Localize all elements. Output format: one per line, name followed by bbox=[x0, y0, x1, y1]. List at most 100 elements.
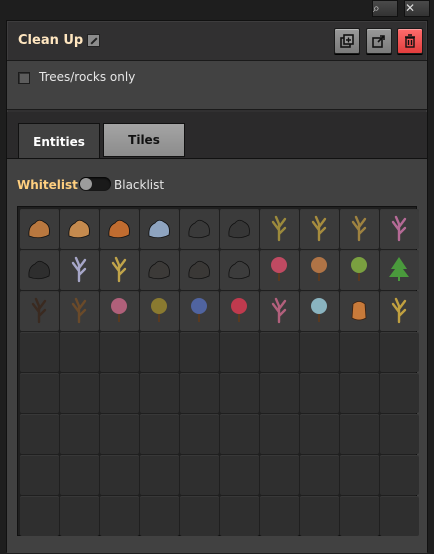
filter-slot[interactable] bbox=[180, 291, 219, 331]
search-button[interactable]: ⌕ bbox=[372, 0, 398, 17]
filter-slot[interactable] bbox=[180, 332, 219, 372]
filter-slot[interactable] bbox=[300, 414, 339, 454]
filter-slot[interactable] bbox=[20, 291, 59, 331]
filter-slot[interactable] bbox=[20, 455, 59, 495]
rock-orange-green-icon bbox=[108, 219, 130, 239]
filter-slot[interactable] bbox=[340, 373, 379, 413]
filter-slot[interactable] bbox=[260, 250, 299, 290]
filter-slot[interactable] bbox=[380, 332, 419, 372]
filter-slot[interactable] bbox=[260, 496, 299, 536]
filter-slot[interactable] bbox=[380, 455, 419, 495]
filter-slot[interactable] bbox=[60, 291, 99, 331]
filter-slot[interactable] bbox=[340, 209, 379, 249]
filter-slot[interactable] bbox=[180, 209, 219, 249]
filter-slot[interactable] bbox=[260, 209, 299, 249]
filter-slot[interactable] bbox=[220, 455, 259, 495]
filter-slot[interactable] bbox=[300, 291, 339, 331]
rock-shadow-icon bbox=[28, 260, 50, 280]
filter-slot[interactable] bbox=[340, 414, 379, 454]
filter-slot[interactable] bbox=[20, 250, 59, 290]
plan-title: Clean Up bbox=[18, 33, 84, 48]
filter-slot[interactable] bbox=[180, 496, 219, 536]
rename-icon[interactable] bbox=[87, 34, 100, 47]
delete-plan-button[interactable] bbox=[397, 28, 423, 54]
filter-slot[interactable] bbox=[20, 373, 59, 413]
filter-slot[interactable] bbox=[380, 209, 419, 249]
filter-slot[interactable] bbox=[20, 332, 59, 372]
filter-slot[interactable] bbox=[140, 332, 179, 372]
filter-slot[interactable] bbox=[380, 414, 419, 454]
filter-slot[interactable] bbox=[100, 291, 139, 331]
filter-slot[interactable] bbox=[100, 332, 139, 372]
filter-slot[interactable] bbox=[60, 455, 99, 495]
filter-slot[interactable] bbox=[60, 373, 99, 413]
filter-slot[interactable] bbox=[60, 496, 99, 536]
filter-slot[interactable] bbox=[220, 209, 259, 249]
filter-slot[interactable] bbox=[260, 291, 299, 331]
filter-slot[interactable] bbox=[220, 414, 259, 454]
tab-entities[interactable]: Entities bbox=[18, 123, 100, 159]
filter-slot[interactable] bbox=[300, 332, 339, 372]
filter-slot[interactable] bbox=[100, 209, 139, 249]
filter-slot[interactable] bbox=[180, 250, 219, 290]
filter-slot[interactable] bbox=[140, 496, 179, 536]
filter-slot[interactable] bbox=[300, 496, 339, 536]
filter-slot[interactable] bbox=[260, 373, 299, 413]
filter-slot[interactable] bbox=[140, 373, 179, 413]
filter-slot[interactable] bbox=[340, 250, 379, 290]
tree-blue-yellow-icon bbox=[191, 298, 207, 322]
filter-slot[interactable] bbox=[180, 414, 219, 454]
filter-slot[interactable] bbox=[220, 332, 259, 372]
filter-slot[interactable] bbox=[220, 496, 259, 536]
filter-slot[interactable] bbox=[300, 373, 339, 413]
filter-slot[interactable] bbox=[300, 250, 339, 290]
filter-slot[interactable] bbox=[140, 250, 179, 290]
filter-slot[interactable] bbox=[300, 209, 339, 249]
filter-slot[interactable] bbox=[100, 455, 139, 495]
dead-tree-yellow-icon bbox=[311, 215, 327, 242]
filter-slot[interactable] bbox=[100, 414, 139, 454]
coral-pink-tall-icon bbox=[271, 297, 287, 324]
close-button[interactable]: ✕ bbox=[404, 0, 430, 17]
filter-slot[interactable] bbox=[140, 414, 179, 454]
tree-colorful-icon bbox=[271, 257, 287, 281]
filter-slot[interactable] bbox=[140, 455, 179, 495]
filter-slot[interactable] bbox=[340, 332, 379, 372]
filter-slot[interactable] bbox=[140, 209, 179, 249]
export-plan-button[interactable] bbox=[366, 28, 392, 54]
filter-slot[interactable] bbox=[220, 373, 259, 413]
filter-slot[interactable] bbox=[260, 414, 299, 454]
filter-slot[interactable] bbox=[340, 291, 379, 331]
filter-slot[interactable] bbox=[60, 414, 99, 454]
filter-slot[interactable] bbox=[180, 455, 219, 495]
filter-slot[interactable] bbox=[180, 373, 219, 413]
tab-tiles[interactable]: Tiles bbox=[103, 123, 185, 157]
filter-slot[interactable] bbox=[100, 373, 139, 413]
filter-slot[interactable] bbox=[60, 332, 99, 372]
filter-slot[interactable] bbox=[100, 496, 139, 536]
filter-slot[interactable] bbox=[20, 209, 59, 249]
filter-slot[interactable] bbox=[380, 496, 419, 536]
filter-slot[interactable] bbox=[100, 250, 139, 290]
filter-slot[interactable] bbox=[340, 496, 379, 536]
filter-slot[interactable] bbox=[260, 332, 299, 372]
filter-slot[interactable] bbox=[220, 291, 259, 331]
whitelist-blacklist-switch[interactable] bbox=[79, 177, 111, 191]
copy-plan-button[interactable] bbox=[334, 28, 360, 54]
filter-slot[interactable] bbox=[300, 455, 339, 495]
filter-slot[interactable] bbox=[260, 455, 299, 495]
filter-slot[interactable] bbox=[140, 291, 179, 331]
filter-slot[interactable] bbox=[60, 250, 99, 290]
filter-slot[interactable] bbox=[380, 250, 419, 290]
filter-slot[interactable] bbox=[340, 455, 379, 495]
trees-rocks-only-checkbox[interactable] bbox=[18, 72, 30, 84]
filter-slot[interactable] bbox=[380, 373, 419, 413]
copy-icon bbox=[340, 34, 354, 48]
filter-slot[interactable] bbox=[220, 250, 259, 290]
filter-slot[interactable] bbox=[20, 414, 59, 454]
rock-dark-icon bbox=[148, 260, 170, 280]
rock-dark-icon bbox=[228, 219, 250, 239]
filter-slot[interactable] bbox=[380, 291, 419, 331]
filter-slot[interactable] bbox=[20, 496, 59, 536]
filter-slot[interactable] bbox=[60, 209, 99, 249]
